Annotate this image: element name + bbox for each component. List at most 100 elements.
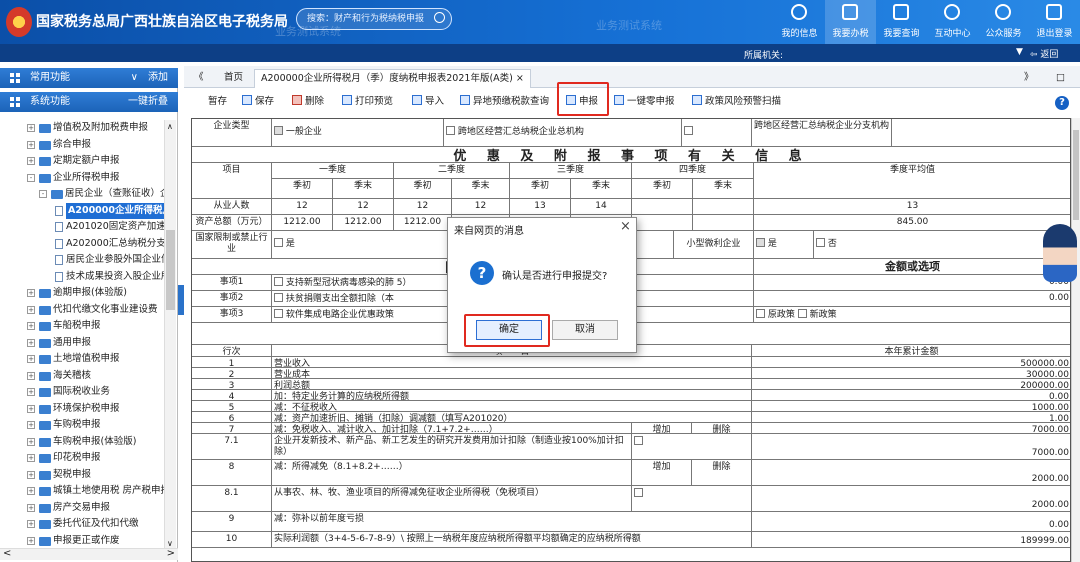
nav-query[interactable]: 我要查询 <box>876 0 927 44</box>
sidebar-item[interactable]: + 土地增值税申报 <box>0 351 164 368</box>
temp-save-button[interactable]: 暂存 <box>208 93 227 111</box>
nav-public-service[interactable]: 公众服务 <box>978 0 1029 44</box>
system-functions-header[interactable]: 系统功能 一键折叠 <box>0 92 178 112</box>
sidebar-item[interactable]: + 印花税申报 <box>0 450 164 467</box>
expand-icon[interactable]: + <box>27 503 35 512</box>
sidebar-item[interactable]: + 国际税收业务 <box>0 384 164 401</box>
checkbox[interactable] <box>634 488 643 497</box>
expand-icon[interactable]: + <box>27 157 35 165</box>
sidebar-item[interactable]: A200000企业所得税月 <box>0 202 164 219</box>
row-value[interactable]: 200000.00 <box>752 379 1070 390</box>
checkbox[interactable] <box>274 277 283 286</box>
row-value[interactable]: 1000.00 <box>752 401 1070 412</box>
assets-value[interactable]: 1212.00 <box>333 215 394 231</box>
tab-home[interactable]: 首页 <box>224 69 243 88</box>
sidebar-item[interactable]: - 居民企业（查账征收）企 <box>0 186 164 203</box>
collapse-all-link[interactable]: 一键折叠 <box>128 92 168 112</box>
row-value[interactable]: 0.00 <box>752 390 1070 401</box>
sidebar-item[interactable]: A201020固定资产加速 <box>0 219 164 236</box>
collapse-icon[interactable]: - <box>27 173 35 182</box>
search-icon[interactable] <box>434 12 445 23</box>
common-functions-header[interactable]: 常用功能 ∨ 添加 <box>0 68 178 88</box>
row-value[interactable]: 189999.00 <box>752 532 1070 548</box>
sidebar-scrollbar[interactable]: ∧ ∨ <box>164 120 176 550</box>
expand-icon[interactable]: + <box>27 338 35 347</box>
sidebar-item[interactable]: 居民企业参股外国企业信 <box>0 252 164 269</box>
sidebar-item[interactable]: + 车船税申报 <box>0 318 164 335</box>
nav-logout[interactable]: 退出登录 <box>1029 0 1080 44</box>
employees-value[interactable]: 12 <box>272 199 333 215</box>
sidebar-item[interactable]: + 增值税及附加税费申报 <box>0 120 164 137</box>
sidebar-collapse-handle[interactable] <box>178 285 184 315</box>
expand-icon[interactable]: + <box>27 536 35 545</box>
expand-icon[interactable]: + <box>27 487 35 495</box>
assets-value[interactable]: 1212.00 <box>272 215 333 231</box>
sidebar-item[interactable]: + 通用申报 <box>0 335 164 352</box>
checkbox[interactable] <box>756 309 765 318</box>
row-value[interactable]: 30000.00 <box>752 368 1070 379</box>
expand-icon[interactable]: + <box>27 470 35 479</box>
import-button[interactable]: 导入 <box>412 93 444 111</box>
checkbox[interactable] <box>274 126 283 135</box>
dialog-cancel-button[interactable]: 取消 <box>552 320 618 340</box>
sidebar-item[interactable]: + 申报更正或作废 <box>0 533 164 550</box>
employees-value[interactable]: 12 <box>452 199 510 215</box>
save-button[interactable]: 保存 <box>242 93 274 111</box>
attached-item-value[interactable]: 0.00 <box>754 291 1070 307</box>
assistant-avatar-icon[interactable] <box>1043 224 1077 282</box>
checkbox[interactable] <box>274 293 283 302</box>
policy-risk-scan-button[interactable]: 政策风险预警扫描 <box>692 93 781 111</box>
dialog-close-icon[interactable]: × <box>620 219 631 234</box>
row-value[interactable]: 2000.00 <box>752 460 1070 486</box>
expand-icon[interactable]: + <box>27 322 35 330</box>
help-icon[interactable]: ? <box>1055 96 1069 110</box>
employees-value[interactable]: 12 <box>394 199 452 215</box>
expand-icon[interactable]: + <box>27 388 35 396</box>
expand-icon[interactable]: + <box>27 124 35 132</box>
nav-tax-handling[interactable]: 我要办税 <box>825 0 876 44</box>
row-value[interactable]: 500000.00 <box>752 357 1070 368</box>
row-value[interactable]: 2000.00 <box>752 486 1070 512</box>
sidebar-item[interactable]: + 逾期申报(体验版) <box>0 285 164 302</box>
expand-icon[interactable]: + <box>27 520 35 528</box>
attached-item-value[interactable]: 0.00 <box>754 275 1070 291</box>
back-link[interactable]: ⇦ 返回 <box>1030 47 1058 60</box>
add-button[interactable]: 增加 <box>652 462 670 472</box>
sidebar-item[interactable]: + 定期定额户申报 <box>0 153 164 170</box>
delete-row-button[interactable]: 删除 <box>712 462 730 472</box>
expand-icon[interactable]: + <box>27 421 35 429</box>
expand-icon[interactable]: + <box>27 289 35 297</box>
collapse-icon[interactable]: - <box>39 190 47 198</box>
checkbox[interactable] <box>816 238 825 247</box>
expand-icon[interactable]: + <box>27 454 35 462</box>
expand-icon[interactable]: + <box>27 371 35 380</box>
zero-declaration-button[interactable]: 一键零申报 <box>614 93 675 111</box>
remote-prepay-query-button[interactable]: 异地预缴税款查询 <box>460 93 549 111</box>
employees-value[interactable]: 13 <box>510 199 571 215</box>
delete-button[interactable]: 删除 <box>292 93 324 111</box>
nav-my-info[interactable]: 我的信息 <box>774 0 825 44</box>
sidebar-item[interactable]: + 车购税申报(体验版) <box>0 434 164 451</box>
checkbox[interactable] <box>634 436 643 445</box>
checkbox[interactable] <box>684 126 693 135</box>
checkbox[interactable] <box>756 238 765 247</box>
sidebar-hscrollbar[interactable]: < > <box>0 548 178 560</box>
checkbox[interactable] <box>274 238 283 247</box>
sidebar-item[interactable]: + 委托代征及代扣代缴 <box>0 516 164 533</box>
tab-nav-right[interactable]: 》 <box>1024 69 1034 88</box>
employees-value[interactable]: 14 <box>571 199 632 215</box>
delete-row-button[interactable]: 删除 <box>712 425 730 433</box>
expand-icon[interactable]: + <box>27 437 35 446</box>
sidebar-item[interactable]: + 环境保护税申报 <box>0 401 164 418</box>
sidebar-item[interactable]: + 城镇土地使用税 房产税申报 <box>0 483 164 500</box>
expand-icon[interactable]: + <box>27 305 35 314</box>
expand-icon[interactable]: + <box>27 355 35 363</box>
checkbox[interactable] <box>797 309 807 318</box>
assets-value[interactable]: 1212.00 <box>394 215 452 231</box>
row-value[interactable]: 1.00 <box>752 412 1070 423</box>
add-link[interactable]: ∨ 添加 <box>131 68 168 88</box>
checkbox[interactable] <box>274 309 283 318</box>
sidebar-item[interactable]: + 综合申报 <box>0 137 164 154</box>
employees-value[interactable]: 12 <box>333 199 394 215</box>
expand-icon[interactable]: + <box>27 404 35 413</box>
